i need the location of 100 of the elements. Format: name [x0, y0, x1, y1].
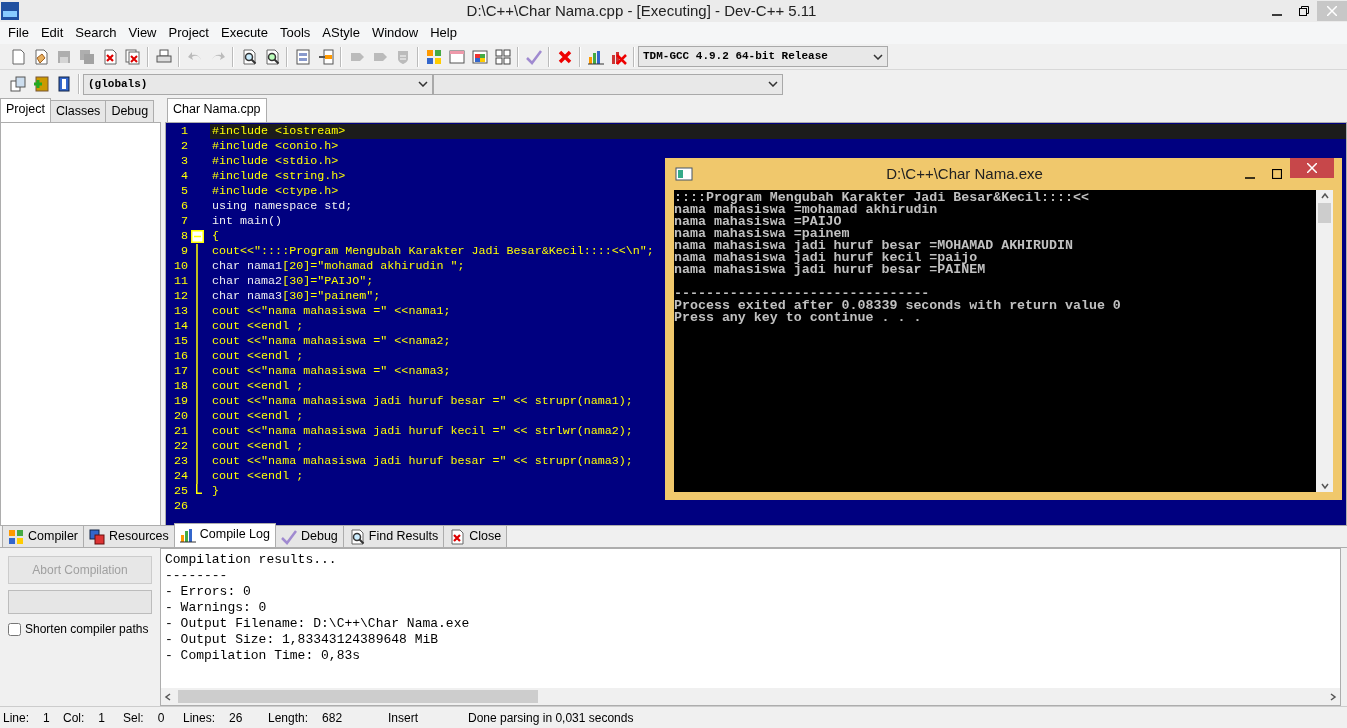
code-line: cout <<endl ;: [212, 409, 304, 423]
code-line: #include <ctype.h>: [212, 184, 339, 198]
line-number: 6: [180, 199, 188, 214]
log-line: - Errors: 0: [165, 584, 252, 600]
line-number: 7: [180, 214, 188, 229]
panel-tab[interactable]: Classes: [49, 100, 107, 122]
status-value: 1: [98, 709, 106, 727]
bar-chart-icon: [179, 526, 196, 543]
grid-icon[interactable]: [494, 48, 511, 65]
search-icon[interactable]: [263, 48, 280, 65]
status-value: 1: [43, 709, 50, 727]
bar-chart-icon[interactable]: [587, 48, 604, 65]
status-value: 682: [322, 709, 343, 727]
book-icon[interactable]: [55, 76, 72, 92]
panel-tab[interactable]: Find Results: [342, 525, 445, 547]
caret-icon: [873, 53, 883, 60]
menu-item[interactable]: AStyle: [316, 23, 366, 43]
line-number: 2: [180, 139, 188, 154]
console-line: nama mahasiswa =painem: [674, 228, 850, 240]
scrollbar-thumb[interactable]: [178, 690, 538, 703]
fold-marker-icon[interactable]: [191, 230, 204, 243]
line-number: 4: [180, 169, 188, 184]
menu-item[interactable]: Search: [69, 23, 123, 43]
code-line: {: [212, 229, 219, 243]
line-number: 15: [172, 334, 188, 349]
line-number: 26: [172, 499, 188, 514]
scroll-up-icon[interactable]: [1320, 192, 1329, 200]
file-add-icon[interactable]: [32, 76, 49, 92]
code-line: int main(): [212, 214, 283, 228]
menu-item[interactable]: Window: [365, 23, 425, 43]
code-line: cout <<endl ;: [212, 439, 304, 453]
status-label: Sel:: [123, 709, 144, 727]
files-close-icon[interactable]: [124, 48, 141, 65]
status-value: Insert: [388, 709, 418, 727]
log-line: - Output Filename: D:\C++\Char Nama.exe: [165, 616, 471, 632]
code-line: #include <stdio.h>: [212, 154, 339, 168]
console-line: Press any key to continue . . .: [674, 312, 923, 324]
code-line: char nama3[30]="painem";: [212, 289, 381, 303]
checkbox-label: Shorten compiler paths: [25, 621, 149, 638]
code-line: cout <<"nama mahasiswa =" <<nama3;: [212, 364, 451, 378]
code-line: }: [212, 484, 219, 498]
menu-item[interactable]: Help: [424, 23, 463, 43]
panel-tab[interactable]: Debug: [105, 100, 155, 122]
file-icon[interactable]: [32, 48, 49, 65]
scrollbar[interactable]: [1316, 190, 1333, 492]
checkbox[interactable]: [8, 622, 21, 636]
status-value: 26: [229, 709, 243, 727]
console-line: Process exited after 0.08339 seconds with return value 0: [674, 300, 1122, 312]
panel-tab[interactable]: Project: [0, 98, 51, 122]
x-mark-icon[interactable]: [556, 48, 573, 65]
code-line: cout <<endl ;: [212, 349, 304, 363]
window-icon[interactable]: [448, 48, 465, 65]
file-close-icon[interactable]: [101, 48, 118, 65]
menu-item[interactable]: Execute: [215, 23, 274, 43]
checkmark-icon[interactable]: [525, 48, 542, 65]
window-title: D:\C++\Char Nama.exe: [885, 163, 1044, 184]
window-icon[interactable]: [471, 48, 488, 65]
menu-item[interactable]: File: [2, 23, 35, 43]
line-number: 14: [172, 319, 188, 334]
panel-tab[interactable]: Debug: [274, 525, 344, 547]
printer-icon[interactable]: [155, 48, 172, 65]
caret-icon: [418, 81, 428, 87]
scroll-left-icon[interactable]: [164, 692, 172, 701]
file-icon[interactable]: [9, 48, 26, 65]
close-button[interactable]: [1290, 158, 1334, 178]
editor-tab[interactable]: Char Nama.cpp: [167, 98, 267, 122]
list-arrow-icon[interactable]: [317, 48, 334, 65]
code-line: #include <iostream>: [212, 124, 346, 138]
panel-tab[interactable]: Compile Log: [173, 523, 276, 547]
scope-dropdown[interactable]: (globals): [83, 73, 433, 95]
line-number: 24: [172, 469, 188, 484]
close-icon: [1307, 163, 1317, 173]
menu-item[interactable]: Edit: [34, 23, 70, 43]
line-number: 20: [172, 409, 188, 424]
menu-item[interactable]: Project: [162, 23, 215, 43]
caret-icon: [768, 81, 778, 87]
line-number: 9: [180, 244, 188, 259]
menu-item[interactable]: View: [122, 23, 163, 43]
code-line: cout <<"nama mahasiswa jadi huruf kecil =" << strlwr(nama2);: [212, 424, 633, 438]
scroll-down-icon[interactable]: [1320, 482, 1329, 490]
code-line: #include <conio.h>: [212, 139, 339, 153]
minimize-icon: [1271, 14, 1282, 16]
scrollbar[interactable]: [161, 688, 1340, 705]
panel-tab[interactable]: Close: [443, 525, 508, 547]
menu-item[interactable]: Tools: [273, 23, 317, 43]
scroll-right-icon[interactable]: [1329, 692, 1337, 701]
code-line: using namespace std;: [212, 199, 353, 213]
scrollbar-thumb[interactable]: [1318, 203, 1331, 223]
files-icon[interactable]: [9, 76, 26, 92]
status-label: Lines:: [183, 709, 216, 727]
code-line: cout <<"nama mahasiswa jadi huruf besar =" << strupr(nama3);: [212, 454, 633, 468]
grid-icon[interactable]: [425, 48, 442, 65]
console-line: ::::Program Mengubah Karakter Jadi Besar&Kecil::::<<: [674, 192, 1090, 204]
log-line: - Output Size: 1,83343124389648 MiB: [165, 632, 440, 648]
panel-tab[interactable]: Resources: [83, 525, 175, 547]
search-icon[interactable]: [240, 48, 257, 65]
console-line: nama mahasiswa jadi huruf besar =MOHAMAD AKHIRUDIN: [674, 240, 1074, 252]
list-icon[interactable]: [294, 48, 311, 65]
compiler-dropdown[interactable]: TDM-GCC 4.9.2 64-bit Release: [638, 46, 888, 67]
panel-tab[interactable]: Compiler: [2, 525, 84, 547]
